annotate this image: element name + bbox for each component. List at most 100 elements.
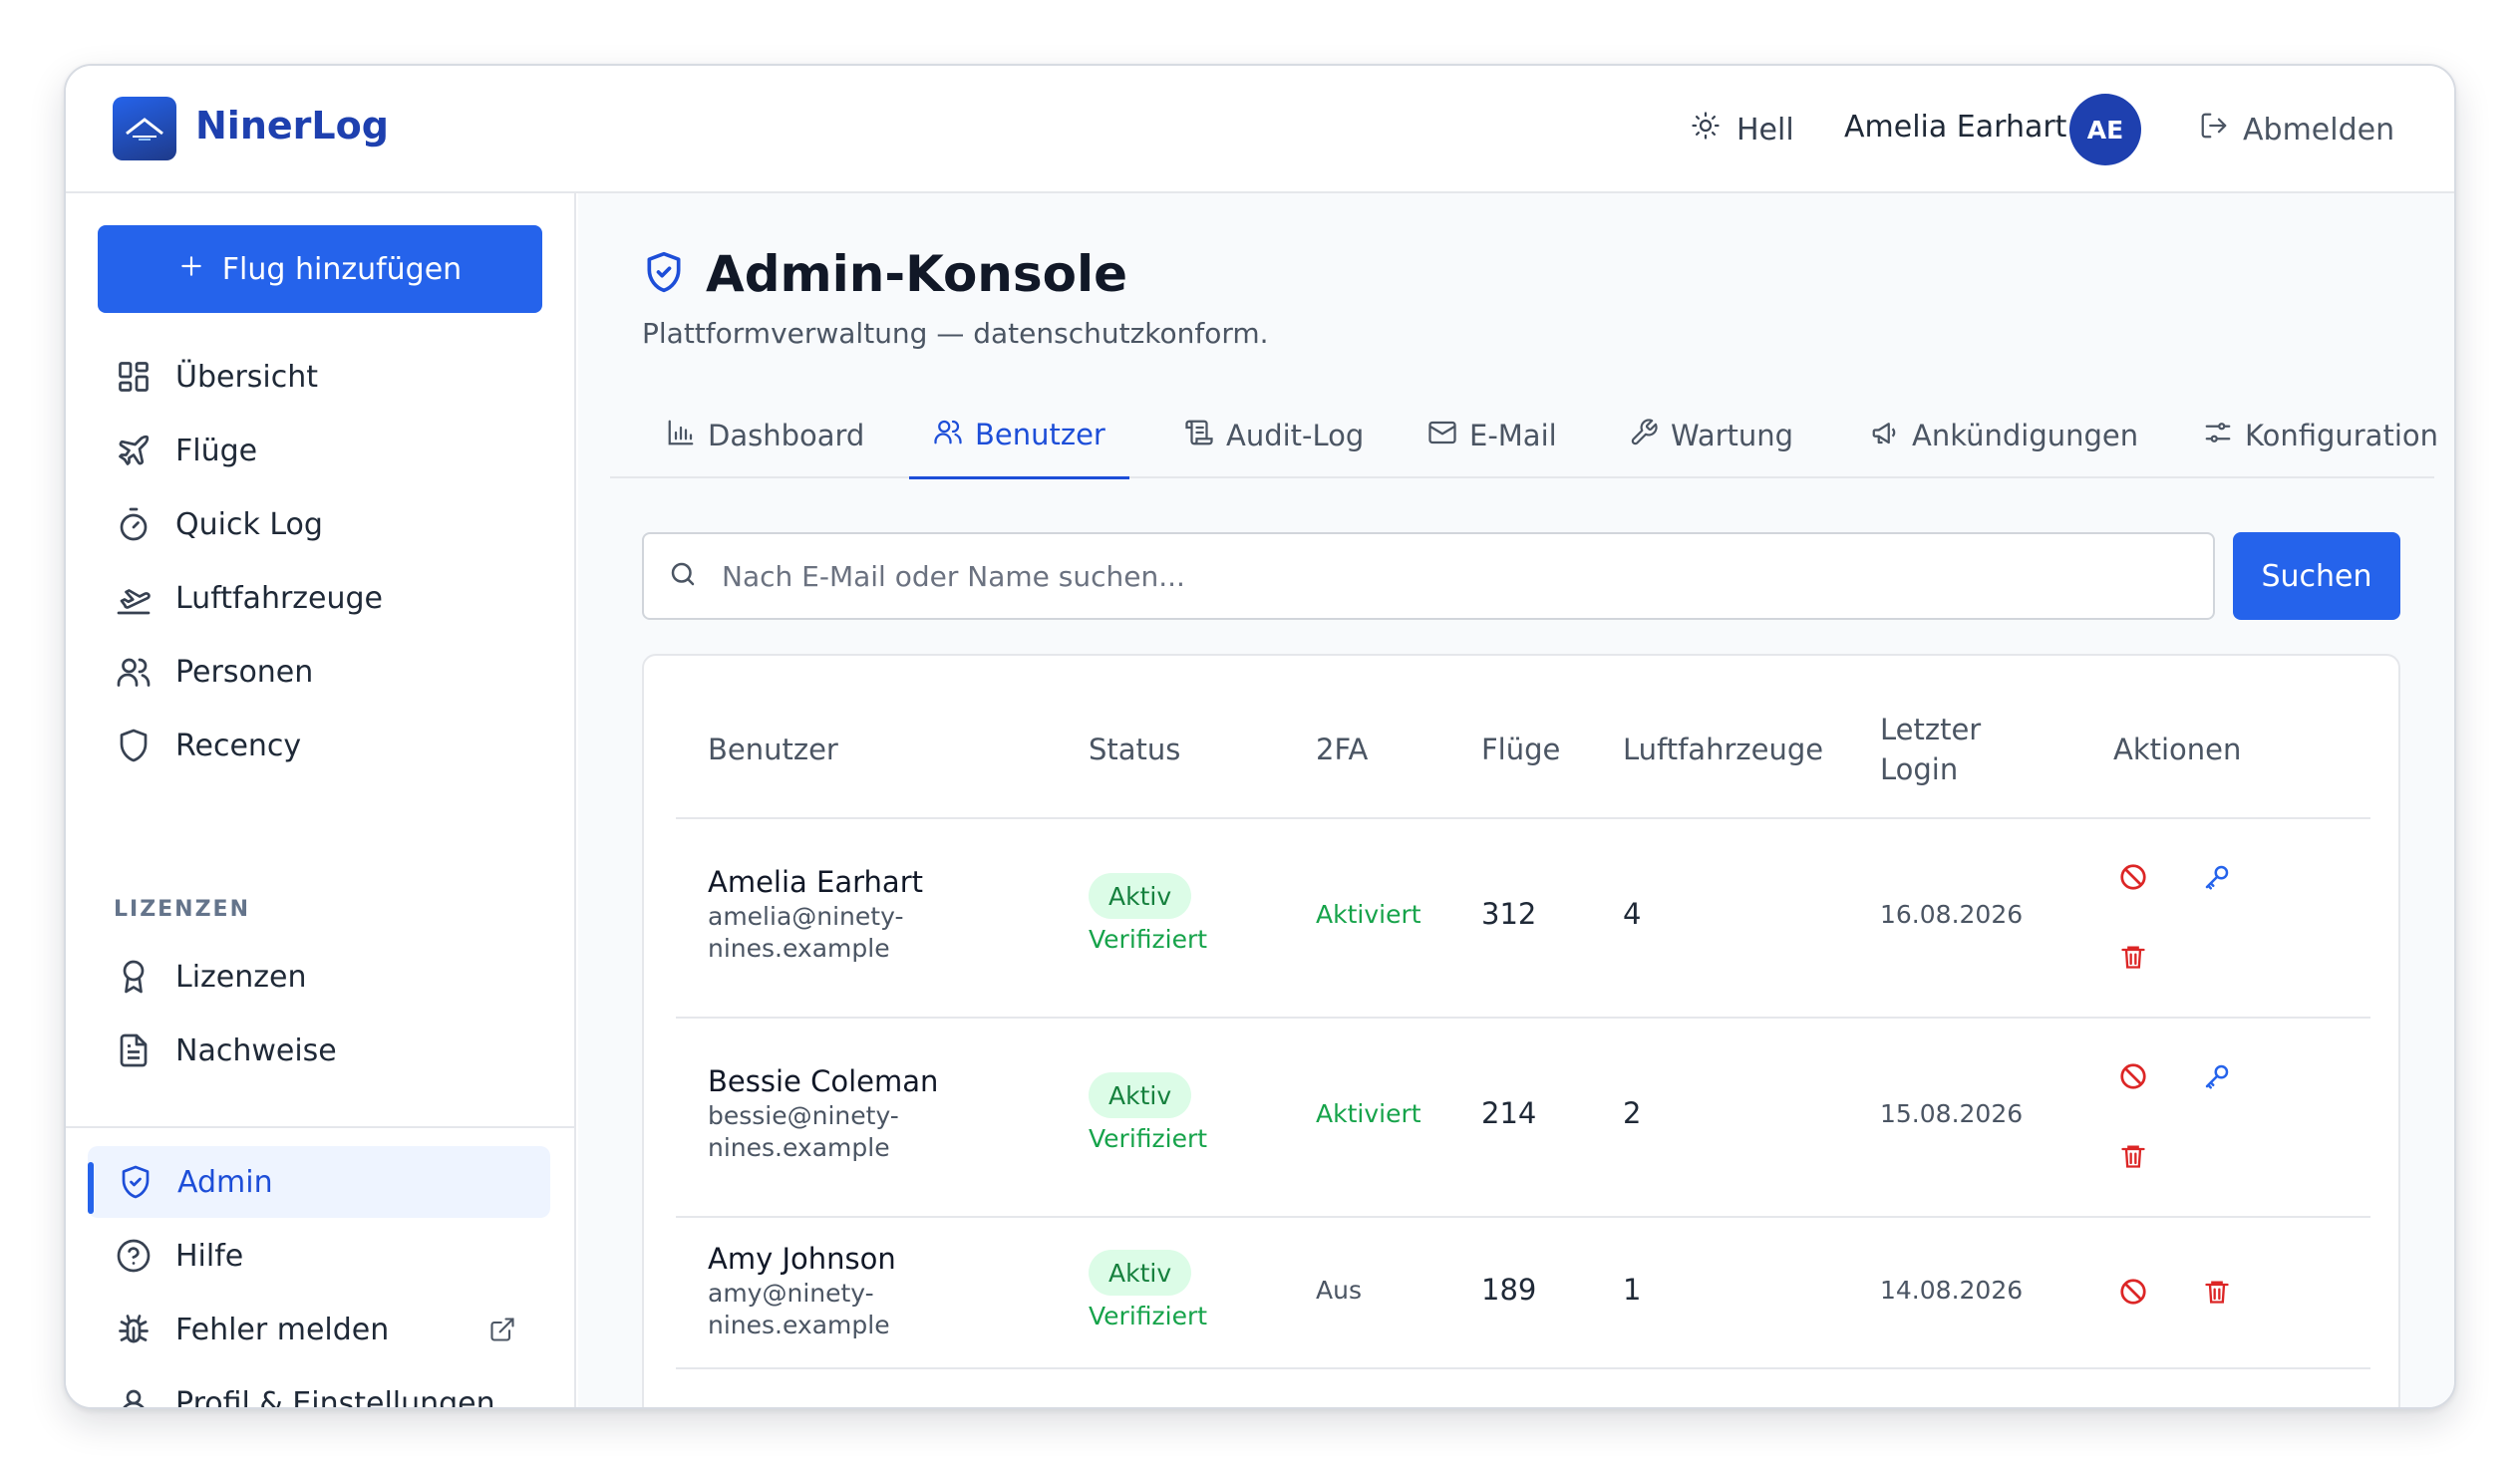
status-badge: Aktiv (1089, 1250, 1192, 1296)
column-header-2fa[interactable]: 2FA (1316, 730, 1368, 769)
user-name-cell: Bessie Coleman (708, 1064, 939, 1098)
brand-name[interactable]: NinerLog (195, 104, 389, 147)
bug-icon (112, 1308, 156, 1351)
sliders-icon (2203, 418, 2233, 454)
add-flight-button[interactable]: Flug hinzufügen (98, 225, 542, 313)
shield-check-icon (114, 1160, 158, 1204)
row-divider (676, 1017, 2370, 1019)
user-email-cell: amelia@ninety-nines.example (708, 902, 904, 963)
column-header-luftfahrzeuge[interactable]: Luftfahrzeuge (1623, 730, 1823, 769)
theme-label: Hell (1736, 112, 1794, 147)
last-login: 15.08.2026 (1880, 1099, 2024, 1128)
status-badge: Aktiv (1089, 873, 1192, 919)
verified-label: Verifiziert (1089, 925, 1208, 954)
tab-benutzer[interactable]: Benutzer (909, 393, 1129, 479)
app-window: NinerLog Hell Amelia Earhart AE Abmelden (64, 64, 2456, 1409)
tab-label: Audit-Log (1226, 419, 1365, 452)
sidebar-item-uebersicht[interactable]: Übersicht (86, 341, 544, 413)
last-login: 14.08.2026 (1880, 1276, 2024, 1305)
sidebar-item-hilfe[interactable]: Hilfe (86, 1220, 544, 1292)
tab-wartung[interactable]: Wartung (1605, 393, 1817, 478)
sidebar-item-lizenzen[interactable]: Lizenzen (86, 941, 544, 1013)
sidebar-item-personen[interactable]: Personen (86, 636, 544, 708)
sidebar-item-admin[interactable]: Admin (88, 1146, 550, 1218)
tfa-status: Aus (1316, 1276, 1362, 1305)
user-email-cell: amy@ninety-nines.example (708, 1279, 890, 1339)
ban-icon[interactable] (2115, 1058, 2151, 1094)
sidebar-item-profil[interactable]: Profil & Einstellungen (86, 1367, 544, 1407)
sidebar-item-fehler-melden[interactable]: Fehler melden (86, 1294, 544, 1365)
page-header: Admin-Konsole (642, 245, 1127, 303)
stopwatch-icon (112, 502, 156, 546)
theme-toggle-button[interactable]: Hell (1691, 108, 1794, 151)
users-icon (112, 650, 156, 694)
trash-icon[interactable] (2115, 939, 2151, 975)
verified-label: Verifiziert (1089, 1124, 1208, 1153)
tfa-status: Aktiviert (1316, 1099, 1421, 1128)
tab-label: Ankündigungen (1912, 419, 2139, 452)
aircraft-count: 1 (1623, 1273, 1642, 1307)
trash-icon[interactable] (2115, 1138, 2151, 1174)
sidebar-item-luftfahrzeuge[interactable]: Luftfahrzeuge (86, 562, 544, 634)
row-divider (676, 1367, 2370, 1369)
sidebar-item-nachweise[interactable]: Nachweise (86, 1015, 544, 1086)
trash-icon[interactable] (2199, 1274, 2235, 1310)
tab-ankuendigungen[interactable]: Ankündigungen (1846, 393, 2162, 478)
last-login: 16.08.2026 (1880, 900, 2024, 929)
logout-label: Abmelden (2243, 112, 2395, 147)
logout-button[interactable]: Abmelden (2199, 108, 2394, 151)
column-header-aktionen: Aktionen (2113, 733, 2242, 766)
tab-label: Wartung (1671, 419, 1794, 452)
search-button[interactable]: Suchen (2233, 532, 2400, 620)
flights-count: 214 (1481, 1096, 1537, 1130)
user-name: Amelia Earhart (1844, 110, 2067, 145)
users-table: Benutzer Status 2FA Flüge Luftfahrzeuge … (642, 654, 2400, 1407)
award-icon (112, 955, 156, 999)
mail-icon (1427, 418, 1457, 454)
key-icon[interactable] (2199, 859, 2235, 895)
search-input[interactable] (722, 559, 2117, 593)
scroll-icon (1184, 418, 1214, 454)
column-header-letzter-login[interactable]: Letzter Login (1880, 710, 2000, 789)
row-divider (676, 1216, 2370, 1218)
megaphone-icon (1870, 418, 1900, 454)
sidebar-item-quick-log[interactable]: Quick Log (86, 488, 544, 560)
help-circle-icon (112, 1234, 156, 1278)
column-header-fluege[interactable]: Flüge (1481, 730, 1560, 769)
search-field[interactable] (642, 532, 2215, 620)
document-icon (112, 1029, 156, 1072)
tab-audit-log[interactable]: Audit-Log (1160, 393, 1388, 478)
tab-dashboard[interactable]: Dashboard (642, 393, 888, 478)
key-icon[interactable] (2199, 1058, 2235, 1094)
verified-label: Verifiziert (1089, 1302, 1208, 1330)
sidebar-item-label: Lizenzen (175, 959, 307, 995)
column-header-benutzer[interactable]: Benutzer (708, 730, 838, 769)
sun-icon (1691, 111, 1721, 148)
section-label-lizenzen: LIZENZEN (114, 897, 250, 922)
tab-label: E-Mail (1469, 419, 1557, 452)
ban-icon[interactable] (2115, 859, 2151, 895)
sidebar-divider (66, 1126, 574, 1128)
sidebar-item-label: Luftfahrzeuge (175, 580, 384, 616)
avatar[interactable]: AE (2069, 94, 2141, 165)
sidebar-item-label: Personen (175, 654, 314, 690)
wrench-icon (1629, 418, 1659, 454)
flights-count: 189 (1481, 1273, 1537, 1307)
external-link-icon (488, 1316, 516, 1351)
tab-e-mail[interactable]: E-Mail (1404, 393, 1581, 478)
user-name-cell: Amy Johnson (708, 1242, 896, 1276)
aircraft-count: 2 (1623, 1096, 1642, 1130)
tab-konfiguration[interactable]: Konfiguration (2179, 393, 2454, 478)
top-bar: NinerLog Hell Amelia Earhart AE Abmelden (66, 66, 2454, 193)
ban-icon[interactable] (2115, 1274, 2151, 1310)
sidebar-item-label: Übersicht (175, 359, 319, 395)
sidebar-item-fluege[interactable]: Flüge (86, 415, 544, 486)
status-badge: Aktiv (1089, 1072, 1192, 1118)
column-header-status[interactable]: Status (1089, 730, 1180, 769)
sidebar-item-recency[interactable]: Recency (86, 710, 544, 781)
plane-icon (112, 429, 156, 472)
logo-icon[interactable] (113, 97, 176, 160)
sidebar-item-label: Quick Log (175, 506, 323, 542)
plus-icon (178, 252, 204, 287)
plane-takeoff-icon (112, 576, 156, 620)
